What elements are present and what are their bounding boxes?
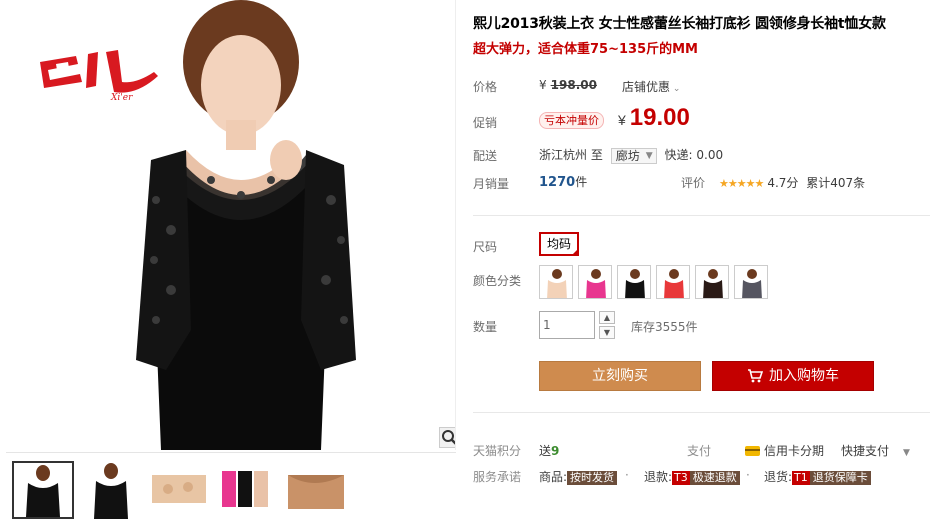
main-product-image[interactable]: Xi'er [6,0,456,450]
quantity-increase-button[interactable]: ▲ [599,311,615,324]
original-price: ¥198.00 [539,78,597,92]
points-value: 送9 [539,444,560,458]
dropdown-arrow-icon: ▼ [645,150,653,161]
add-to-cart-button[interactable]: 加入购物车 [712,361,874,391]
shipping-info: 浙江杭州 至 廊坊 ▼ 快递: 0.00 [539,147,724,164]
product-subtitle: 超大弹力，适合体重75~135斤的MM [473,42,698,57]
color-swatch-gray[interactable] [734,265,768,299]
review-summary[interactable]: 评价 ★★★★★ 4.7分 累计407条 [681,174,865,191]
dropdown-arrow-icon: ▼ [903,448,910,458]
quantity-label: 数量 [473,320,498,334]
credit-installment[interactable]: 信用卡分期 [745,442,824,459]
model-photo [136,0,356,450]
color-swatch-pink[interactable] [578,265,612,299]
payment-label: 支付 [687,444,712,458]
shipping-label: 配送 [473,149,498,163]
thumbnail-2[interactable] [80,461,142,519]
service-goods[interactable]: 商品: 按时发货 [539,468,618,485]
product-info: 熙儿2013秋装上衣 女士性感蕾丝长袖打底衫 圆领修身长袖t恤女款 超大弹力，适… [473,0,930,519]
thumbnail-5[interactable] [284,461,346,519]
promo-badge: 亏本冲量价 [539,112,604,129]
divider [473,215,930,216]
thumbnail-3[interactable] [148,461,210,519]
service-return[interactable]: 退货: T1 退货保障卡 [764,468,871,485]
service-label: 服务承诺 [473,470,522,484]
quantity-input[interactable]: 1 [539,311,595,339]
sales-label: 月销量 [473,177,510,191]
divider [473,412,930,413]
promo-label: 促销 [473,116,498,130]
buy-now-button[interactable]: 立刻购买 [539,361,701,391]
product-title: 熙儿2013秋装上衣 女士性感蕾丝长袖打底衫 圆领修身长袖t恤女款 [473,16,886,32]
review-count-link[interactable]: 累计407条 [806,176,865,190]
magnifier-icon [442,430,455,445]
selected-check-icon [571,248,579,256]
color-swatch-black[interactable] [617,265,651,299]
rating-stars-icon: ★★★★★ [719,177,764,190]
zoom-button[interactable] [439,427,455,448]
size-label: 尺码 [473,240,498,254]
thumbnail-1[interactable] [12,461,74,519]
service-refund[interactable]: 退款: T3 极速退款 [644,468,740,485]
points-label: 天猫积分 [473,444,522,458]
thumbnail-4[interactable] [216,461,278,519]
shop-discount-dropdown[interactable]: 店铺优惠 ⌄ [622,78,680,95]
chevron-down-icon: ⌄ [670,84,681,94]
color-swatch-red[interactable] [656,265,690,299]
quick-pay-dropdown[interactable]: 快捷支付 ▼ [841,442,910,459]
thumbnail-strip [6,452,456,519]
color-swatch-brown[interactable] [695,265,729,299]
destination-select[interactable]: 廊坊 ▼ [610,147,657,164]
credit-card-icon [745,446,760,456]
color-swatch-nude[interactable] [539,265,573,299]
cart-icon [748,369,764,383]
stock-count: 库存3555件 [631,320,698,334]
promo-price: ¥19.00 [618,104,690,131]
monthly-sales: 1270件 [539,175,588,190]
price-label: 价格 [473,80,498,94]
quantity-decrease-button[interactable]: ▼ [599,326,615,339]
size-option-onesize[interactable]: 均码 [539,232,579,256]
product-gallery: Xi'er [0,0,458,519]
color-label: 颜色分类 [473,274,522,288]
